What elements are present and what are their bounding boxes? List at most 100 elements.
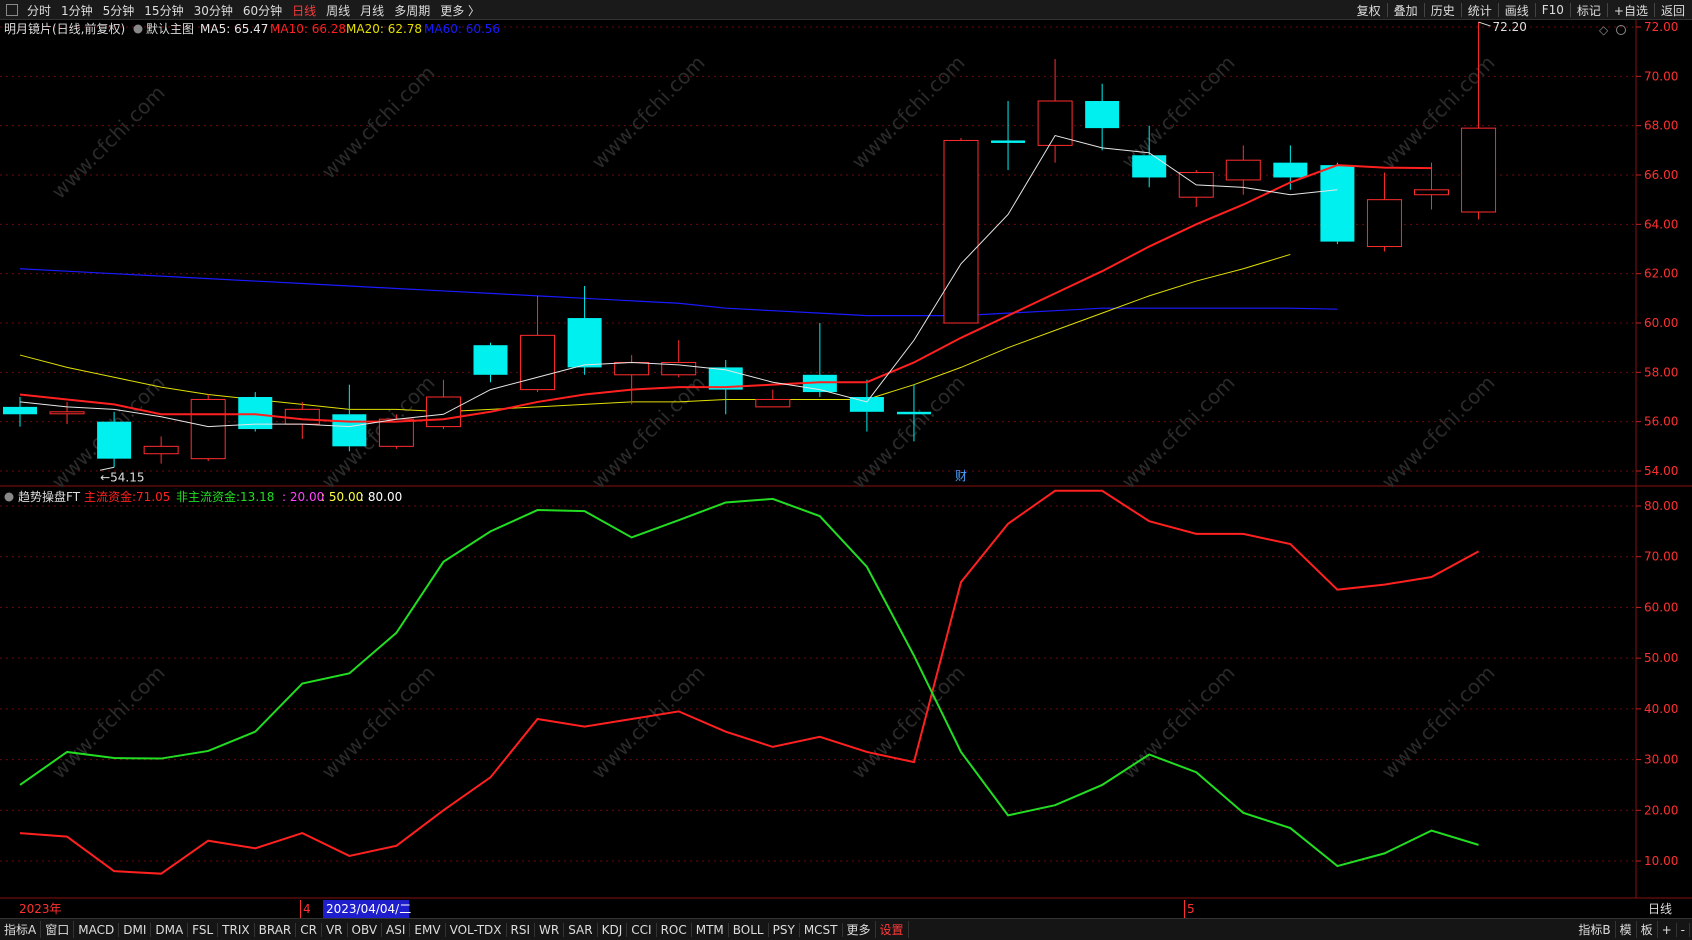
candle-body-down bbox=[97, 421, 132, 459]
candle-body-down bbox=[896, 411, 931, 415]
f10-button[interactable]: F10 bbox=[1537, 3, 1569, 17]
candle-body-up bbox=[614, 361, 650, 376]
history-button[interactable]: 历史 bbox=[1426, 2, 1460, 19]
kline-chart[interactable]: www.cfchi.com www.cfchi.com www.cfchi.com w… bbox=[0, 20, 1692, 918]
indicator-tab-cci[interactable]: CCI bbox=[627, 922, 657, 937]
ma10-name: MA10 bbox=[270, 22, 304, 36]
back-button[interactable]: 返回 bbox=[1656, 2, 1690, 19]
indicator-tab-emv[interactable]: EMV bbox=[410, 922, 446, 937]
ma60-line-group bbox=[19, 268, 1338, 317]
candle-body-up bbox=[143, 445, 179, 455]
candle bbox=[473, 342, 508, 383]
watermark-text: www.cfchi.com bbox=[317, 61, 440, 184]
indicator-tab-dma[interactable]: DMA bbox=[151, 922, 189, 937]
main-y-tick-label: 70.00 bbox=[1644, 69, 1678, 83]
tab-period-5min[interactable]: 5分钟 bbox=[98, 2, 140, 19]
candle bbox=[238, 392, 273, 432]
low-price-label: ←54.15 bbox=[100, 470, 144, 484]
indicator-tab--[interactable]: 窗口 bbox=[41, 921, 75, 938]
indicator-tabs: 指标A 窗口 MACD DMI DMA FSL TRIX BRAR CR VR OBV ASI EMV V… bbox=[0, 919, 909, 940]
overlay-button[interactable]: 叠加 bbox=[1389, 2, 1423, 19]
settings-icon[interactable] bbox=[133, 24, 143, 34]
watermark-text: www.cfchi.com bbox=[1377, 661, 1500, 784]
main-y-tick-label: 60.00 bbox=[1644, 316, 1678, 330]
tab-period-1min[interactable]: 1分钟 bbox=[56, 2, 98, 19]
x-axis: 2023年 4 2023/04/04/二 5 日线 bbox=[19, 900, 1672, 918]
tab-period-15min[interactable]: 15分钟 bbox=[139, 2, 188, 19]
indicator-tab-boll[interactable]: BOLL bbox=[729, 922, 769, 937]
tab-period-30min[interactable]: 30分钟 bbox=[189, 2, 238, 19]
main-y-tick-label: 58.00 bbox=[1644, 365, 1678, 379]
watermark-text: www.cfchi.com bbox=[1117, 371, 1240, 494]
indicator-tabs-right: 指标B 模板 + - bbox=[1574, 919, 1690, 940]
tab-period-multi[interactable]: 多周期 bbox=[389, 2, 435, 19]
indicator-tab-dmi[interactable]: DMI bbox=[119, 922, 152, 937]
tab-period-day[interactable]: 日线 bbox=[287, 2, 321, 19]
candle-body-down bbox=[1132, 155, 1167, 178]
indicator-tab-vr[interactable]: VR bbox=[322, 922, 348, 937]
tab-period-more[interactable]: 更多 〉 bbox=[435, 2, 485, 19]
indicator-tab-kdj[interactable]: KDJ bbox=[598, 922, 628, 937]
indicator-tab-right-1[interactable]: 模 bbox=[1616, 921, 1637, 938]
indicator-tab-rsi[interactable]: RSI bbox=[507, 922, 536, 937]
candle-body-down bbox=[991, 140, 1026, 143]
indicator-tab-trix[interactable]: TRIX bbox=[218, 922, 255, 937]
indicator-tab-mtm[interactable]: MTM bbox=[692, 922, 729, 937]
indicator-settings-icon[interactable] bbox=[4, 492, 14, 502]
indicator-tab-right-2[interactable]: 板 bbox=[1637, 921, 1658, 938]
ma20-value: 62.78 bbox=[388, 22, 422, 36]
statistics-button[interactable]: 统计 bbox=[1463, 2, 1497, 19]
indicator-tab-cr[interactable]: CR bbox=[296, 922, 322, 937]
x-label-year: 2023年 bbox=[19, 902, 62, 916]
ref-line-50-legend: : 50.00 bbox=[321, 490, 363, 504]
add-watchlist-button[interactable]: +自选 bbox=[1609, 2, 1653, 19]
ref-line-20-legend: : 20.00 bbox=[282, 490, 324, 504]
ma10-legend: MA10: 66.28 bbox=[270, 22, 346, 36]
candle-body-up bbox=[1225, 159, 1261, 181]
indicator-tab-sar[interactable]: SAR bbox=[564, 922, 598, 937]
indicator-tab-brar[interactable]: BRAR bbox=[255, 922, 297, 937]
main-fund-value: 71.05 bbox=[136, 490, 170, 504]
indicator-tab--[interactable]: 设置 bbox=[876, 921, 909, 938]
indicator-tab-obv[interactable]: OBV bbox=[348, 922, 383, 937]
watermark-text: www.cfchi.com bbox=[1117, 51, 1240, 174]
candle-body-down bbox=[473, 345, 508, 375]
tab-period-month[interactable]: 月线 bbox=[355, 2, 389, 19]
separator bbox=[1534, 3, 1536, 17]
candle-body-up bbox=[1461, 127, 1497, 213]
candle bbox=[849, 379, 884, 432]
main-y-tick-label: 64.00 bbox=[1644, 217, 1678, 231]
x-tick-month-5 bbox=[1184, 900, 1185, 918]
tab-period-60min[interactable]: 60分钟 bbox=[238, 2, 287, 19]
indicator-tab--[interactable]: 更多 bbox=[843, 921, 876, 938]
indicator-tab-fsl[interactable]: FSL bbox=[188, 922, 219, 937]
indicator-tab-vol-tdx[interactable]: VOL-TDX bbox=[446, 922, 507, 937]
indicator-tab-wr[interactable]: WR bbox=[535, 922, 565, 937]
indicator-tab-asi[interactable]: ASI bbox=[382, 922, 411, 937]
adjust-button[interactable]: 复权 bbox=[1352, 2, 1386, 19]
x-label-month-4: 4 bbox=[303, 902, 311, 916]
draw-line-button[interactable]: 画线 bbox=[1500, 2, 1534, 19]
indicator-y-tick-label: 20.00 bbox=[1644, 803, 1678, 817]
indicator-tab-right-3[interactable]: + bbox=[1658, 922, 1677, 937]
indicator-tab-mcst[interactable]: MCST bbox=[800, 922, 843, 937]
indicator-tab-roc[interactable]: ROC bbox=[657, 922, 692, 937]
tab-period-fenshi[interactable]: 分时 bbox=[22, 2, 56, 19]
financial-event-marker: 财 bbox=[955, 469, 967, 483]
indicator-tab-psy[interactable]: PSY bbox=[769, 922, 800, 937]
indicator-tab--a[interactable]: 指标A bbox=[0, 921, 42, 938]
indicator-y-tick-label: 50.00 bbox=[1644, 651, 1678, 665]
indicator-y-tick-label: 80.00 bbox=[1644, 499, 1678, 513]
high-price-pointer bbox=[1478, 21, 1491, 27]
nonmain-fund-label: 非主流资金: bbox=[176, 489, 240, 504]
mark-button[interactable]: 标记 bbox=[1572, 2, 1606, 19]
ma5-line-group bbox=[19, 134, 1338, 428]
indicator-tab-macd[interactable]: MACD bbox=[74, 922, 120, 937]
candle-body-down bbox=[567, 318, 602, 368]
main-y-tick-label: 68.00 bbox=[1644, 119, 1678, 133]
diamond-icon[interactable]: ◇ bbox=[1599, 23, 1609, 37]
indicator-tab-right-0[interactable]: 指标B bbox=[1574, 921, 1616, 938]
tab-period-week[interactable]: 周线 bbox=[321, 2, 355, 19]
window-icon[interactable] bbox=[6, 4, 18, 16]
indicator-tab-right-4[interactable]: - bbox=[1677, 922, 1690, 937]
